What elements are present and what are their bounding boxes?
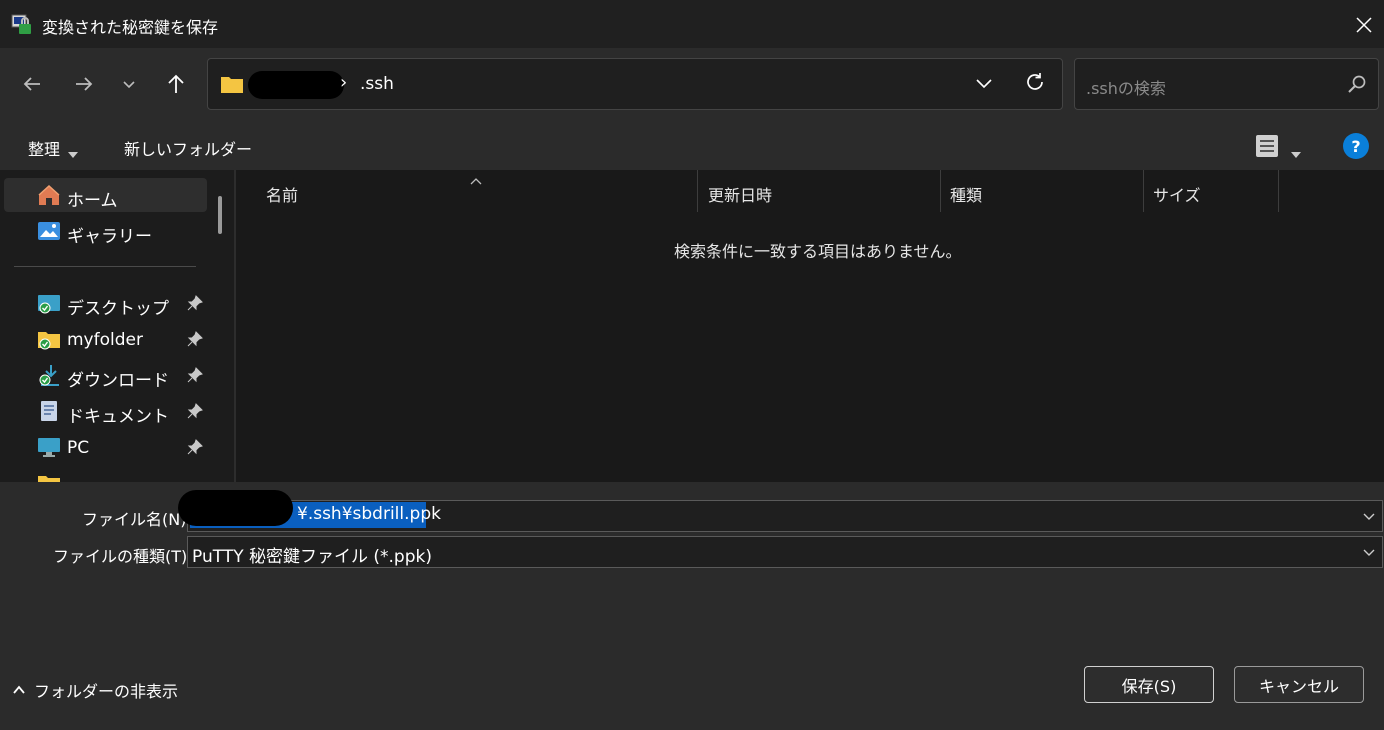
sidebar-item-partial-folder[interactable]: [4, 466, 207, 482]
folder-icon: [37, 328, 61, 350]
filename-dropdown-button[interactable]: [1362, 508, 1376, 527]
arrow-right-icon: [76, 77, 93, 91]
download-icon: [37, 364, 61, 386]
pin-icon[interactable]: [187, 367, 203, 387]
search-icon: [1347, 74, 1367, 98]
folder-icon: [37, 472, 61, 482]
search-input[interactable]: .sshの検索: [1086, 75, 1166, 99]
address-bar[interactable]: › .ssh: [207, 58, 1063, 110]
close-button[interactable]: [1344, 6, 1384, 44]
putty-key-icon: [10, 12, 34, 36]
pin-icon[interactable]: [187, 331, 203, 351]
filename-label: ファイル名(N):: [82, 510, 192, 529]
column-separator[interactable]: [1278, 170, 1279, 212]
hide-folders-label: フォルダーの非表示: [34, 682, 179, 701]
document-icon: [37, 400, 61, 422]
forward-button[interactable]: [68, 68, 100, 100]
column-header-size[interactable]: サイズ: [1153, 182, 1201, 206]
search-box[interactable]: .sshの検索: [1074, 58, 1379, 110]
hide-folders-toggle[interactable]: フォルダーの非表示: [12, 678, 178, 702]
home-icon: [37, 184, 61, 206]
navigation-bar: › .ssh .sshの検索: [0, 48, 1384, 122]
column-header-modified[interactable]: 更新日時: [708, 182, 772, 206]
redacted-path: [178, 490, 293, 526]
navigation-pane: ホーム ギャラリー デスクトップ myfolder ダウンロード ドキュメント: [0, 170, 236, 482]
chevron-down-icon: [976, 79, 992, 89]
file-list: 名前 更新日時 種類 サイズ 検索条件に一致する項目はありません。: [236, 170, 1384, 482]
breadcrumb-current-folder[interactable]: .ssh: [360, 74, 394, 94]
view-options-button[interactable]: [1255, 134, 1279, 162]
back-button[interactable]: [16, 68, 48, 100]
arrow-up-icon: [168, 74, 184, 93]
filetype-dropdown-button[interactable]: [1362, 544, 1376, 563]
filename-value[interactable]: ¥.ssh¥sbdrill.ppk: [297, 504, 441, 524]
sidebar-divider: [14, 266, 196, 267]
pc-icon: [37, 436, 61, 458]
refresh-button[interactable]: [1024, 71, 1046, 97]
sort-ascending-icon: [470, 170, 482, 189]
cancel-button[interactable]: キャンセル: [1234, 666, 1364, 703]
sidebar-item-home[interactable]: ホーム: [4, 178, 207, 212]
organize-menu[interactable]: 整理: [28, 136, 60, 160]
column-separator[interactable]: [1143, 170, 1144, 212]
recent-locations-button[interactable]: [113, 68, 145, 100]
sidebar-item-downloads[interactable]: ダウンロード: [4, 358, 207, 392]
sidebar-item-desktop[interactable]: デスクトップ: [4, 286, 207, 320]
filetype-label: ファイルの種類(T):: [53, 547, 193, 566]
breadcrumb-separator: ›: [340, 72, 348, 93]
empty-message: 検索条件に一致する項目はありません。: [674, 242, 962, 261]
chevron-down-icon: [1363, 513, 1375, 520]
sidebar-item-myfolder[interactable]: myfolder: [4, 322, 207, 356]
arrow-left-icon: [23, 77, 40, 91]
help-icon[interactable]: ?: [1343, 133, 1369, 159]
title-bar: 変換された秘密鍵を保存: [0, 0, 1384, 48]
address-history-button[interactable]: [974, 73, 994, 97]
command-bar: 整理 新しいフォルダー ?: [0, 122, 1384, 170]
column-separator[interactable]: [697, 170, 698, 212]
details-view-icon: [1256, 135, 1278, 157]
save-form: ファイル名(N): ¥.ssh¥sbdrill.ppk ファイルの種類(T): …: [0, 482, 1384, 730]
new-folder-button[interactable]: 新しいフォルダー: [124, 136, 252, 160]
sidebar-item-documents[interactable]: ドキュメント: [4, 394, 207, 428]
sidebar-item-label: ギャラリー: [67, 227, 152, 247]
column-header-name[interactable]: 名前: [266, 182, 298, 206]
refresh-icon: [1027, 73, 1043, 90]
redacted-path: [248, 71, 344, 99]
pin-icon[interactable]: [187, 403, 203, 423]
filetype-value[interactable]: PuTTY 秘密鍵ファイル (*.ppk): [192, 542, 432, 567]
pin-icon[interactable]: [187, 295, 203, 315]
sidebar-item-label: ホーム: [67, 191, 118, 211]
column-separator[interactable]: [940, 170, 941, 212]
chevron-down-icon: [1363, 549, 1375, 556]
chevron-up-icon: [13, 685, 25, 694]
sidebar-item-gallery[interactable]: ギャラリー: [4, 214, 207, 248]
save-button[interactable]: 保存(S): [1084, 666, 1214, 703]
desktop-icon: [37, 292, 61, 314]
sidebar-item-label: ダウンロード: [67, 371, 169, 391]
sidebar-item-label: PC: [67, 438, 90, 458]
sidebar-scrollbar[interactable]: [218, 196, 222, 234]
sidebar-item-label: デスクトップ: [67, 299, 169, 319]
sidebar-item-label: ドキュメント: [67, 407, 169, 427]
gallery-icon: [37, 220, 61, 242]
pin-icon[interactable]: [187, 439, 203, 459]
up-button[interactable]: [160, 68, 192, 100]
chevron-down-icon: [123, 81, 135, 89]
sidebar-item-pc[interactable]: PC: [4, 430, 207, 464]
caret-down-icon: [68, 143, 78, 162]
caret-down-icon[interactable]: [1291, 143, 1301, 162]
sidebar-item-label: myfolder: [67, 330, 143, 350]
close-icon: [1356, 17, 1372, 33]
window-title: 変換された秘密鍵を保存: [42, 18, 219, 37]
column-header-type[interactable]: 種類: [950, 182, 982, 206]
folder-icon: [220, 74, 244, 98]
